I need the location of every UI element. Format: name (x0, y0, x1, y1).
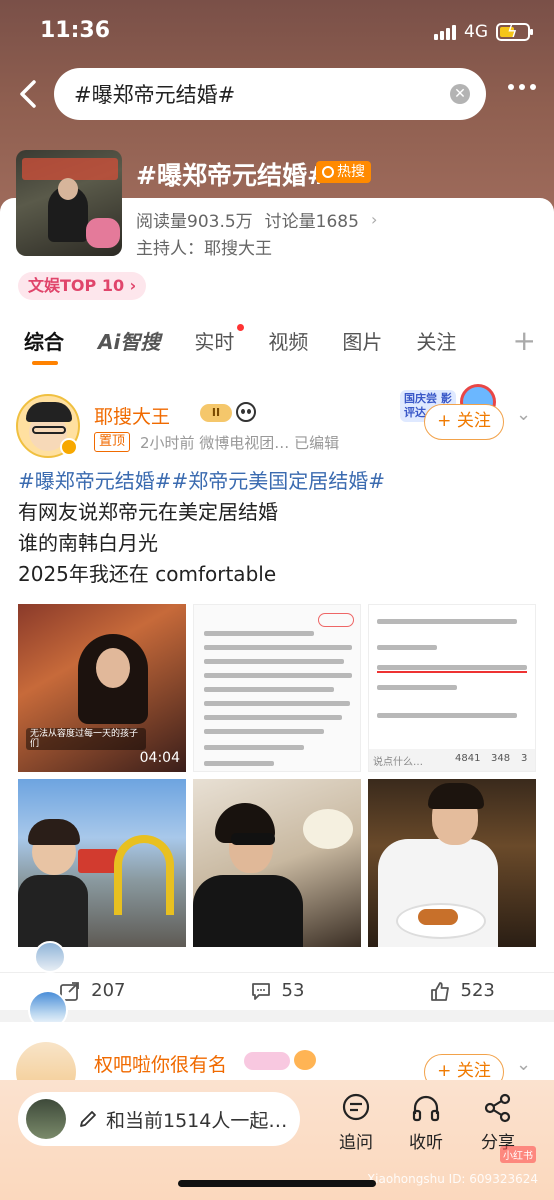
follow-button[interactable]: + 关注 (424, 404, 504, 440)
screenshot-comment-count: 3 (521, 753, 528, 764)
flame-icon (322, 166, 334, 178)
chevron-right-icon: › (370, 210, 378, 229)
new-dot-icon (237, 323, 245, 331)
vip-level-badge: II (200, 404, 232, 422)
status-icons: 4G ϟ (434, 22, 533, 42)
screenshot-comment-placeholder: 说点什么… (373, 757, 423, 768)
hot-search-badge: 热搜 (316, 161, 371, 183)
chevron-down-icon[interactable]: ⌄ (516, 1054, 531, 1075)
post-line: 谁的南韩白月光 (18, 531, 158, 555)
watermark: Xiaohongshu ID: 609323624 (366, 1172, 538, 1186)
pen-icon (80, 1111, 96, 1127)
image-thumbnail[interactable] (18, 779, 186, 947)
clear-icon[interactable]: ✕ (450, 84, 470, 104)
thumbs-up-icon (430, 981, 449, 1001)
post-line: 2025年我还在 comfortable (18, 562, 277, 586)
video-thumbnail[interactable]: 无法从容度过每一天的孩子们 04:04 (18, 604, 186, 772)
vip-level-badge (244, 1052, 290, 1070)
floating-avatar (34, 941, 66, 973)
comment-icon (251, 982, 270, 1000)
like-button[interactable]: 523 (369, 980, 554, 1002)
headphones-icon (412, 1095, 440, 1122)
image-grid: 无法从容度过每一天的孩子们 04:04 说点什么… 4841 348 3 (18, 604, 536, 948)
top10-badge[interactable]: 文娱TOP 10 › (18, 272, 147, 300)
status-time: 11:36 (40, 18, 111, 43)
network-label: 4G (464, 22, 488, 42)
comment-placeholder: 和当前1514人一起… (106, 1109, 288, 1132)
screenshot-star-count: 348 (491, 753, 511, 764)
pinned-badge: 置顶 (94, 432, 131, 452)
status-bar: 11:36 4G ϟ (0, 0, 554, 62)
user-avatar (26, 1099, 66, 1139)
read-count: 阅读量903.5万 (136, 212, 253, 232)
listen-button[interactable]: 收听 (396, 1092, 456, 1153)
topic-title: #曝郑帝元结婚# (136, 161, 328, 190)
repost-button[interactable]: 207 (0, 980, 185, 1002)
repost-count: 207 (91, 980, 126, 1001)
panda-icon (236, 402, 256, 422)
image-thumbnail[interactable] (193, 604, 361, 772)
share-icon (484, 1093, 511, 1123)
battery-icon: ϟ (496, 22, 533, 41)
weibo-post: 耶搜大王 II 置顶 2小时前 微博电视团… 已编辑 国庆尝 影评达 + 关注 … (0, 378, 554, 1010)
comment-count: 53 (281, 980, 305, 1001)
post-line: 有网友说郑帝元在美定居结婚 (18, 500, 278, 524)
image-thumbnail[interactable] (193, 779, 361, 947)
image-thumbnail[interactable] (368, 779, 536, 947)
post-actions: 207 53 523 (0, 972, 554, 1008)
signal-icon (434, 24, 456, 40)
post-body: #曝郑帝元结婚##郑帝元美国定居结婚# 有网友说郑帝元在美定居结婚 谁的南韩白月… (18, 466, 538, 590)
comment-button[interactable]: 53 (185, 980, 370, 1002)
tab-comprehensive[interactable]: 综合 (24, 326, 64, 365)
author-name[interactable]: 权吧啦你很有名 (94, 1050, 227, 1077)
listen-label: 收听 (409, 1133, 443, 1153)
home-indicator (178, 1180, 376, 1187)
tab-realtime[interactable]: 实时 (194, 323, 245, 355)
fish-icon (294, 1050, 316, 1070)
video-caption: 无法从容度过每一天的孩子们 (26, 728, 146, 750)
more-options-icon[interactable] (508, 84, 536, 90)
hot-badge-label: 热搜 (337, 164, 365, 180)
author-name[interactable]: 耶搜大王 (94, 402, 170, 429)
like-count: 523 (460, 980, 495, 1001)
video-duration: 04:04 (139, 750, 180, 766)
chevron-down-icon[interactable]: ⌄ (516, 404, 531, 425)
post-hashtags[interactable]: #曝郑帝元结婚##郑帝元美国定居结婚# (18, 466, 538, 497)
watermark-badge: 小红书 (500, 1146, 536, 1163)
topic-cover-image[interactable] (16, 150, 122, 256)
share-button[interactable]: 分享 (468, 1092, 528, 1153)
tab-video[interactable]: 视频 (268, 326, 308, 355)
discuss-count: 讨论量1685 (264, 212, 359, 232)
verified-icon (60, 438, 78, 456)
back-arrow-icon[interactable] (14, 76, 46, 112)
comment-input[interactable]: 和当前1514人一起… (18, 1092, 300, 1146)
search-input[interactable]: #曝郑帝元结婚# ✕ (54, 68, 486, 120)
tab-images[interactable]: 图片 (342, 326, 382, 355)
post-meta: 2小时前 微博电视团… 已编辑 (140, 434, 340, 452)
ask-label: 追问 (339, 1133, 373, 1153)
search-query: #曝郑帝元结婚# (74, 83, 236, 107)
topic-host[interactable]: 主持人：耶搜大王 (136, 234, 272, 259)
chat-icon (342, 1093, 370, 1121)
tab-following[interactable]: 关注 (416, 326, 456, 355)
ask-button[interactable]: 追问 (326, 1092, 386, 1153)
topic-stats[interactable]: 阅读量903.5万 讨论量1685 › (136, 207, 377, 232)
add-tab-icon[interactable]: + (513, 324, 536, 357)
screenshot-like-count: 4841 (455, 753, 481, 764)
image-thumbnail[interactable]: 说点什么… 4841 348 3 (368, 604, 536, 772)
tab-ai-search[interactable]: Ai智搜 (98, 326, 160, 355)
nav-bar: #曝郑帝元结婚# ✕ (0, 66, 554, 122)
tab-bar: 综合 Ai智搜 实时 视频 图片 关注 + (0, 316, 554, 365)
